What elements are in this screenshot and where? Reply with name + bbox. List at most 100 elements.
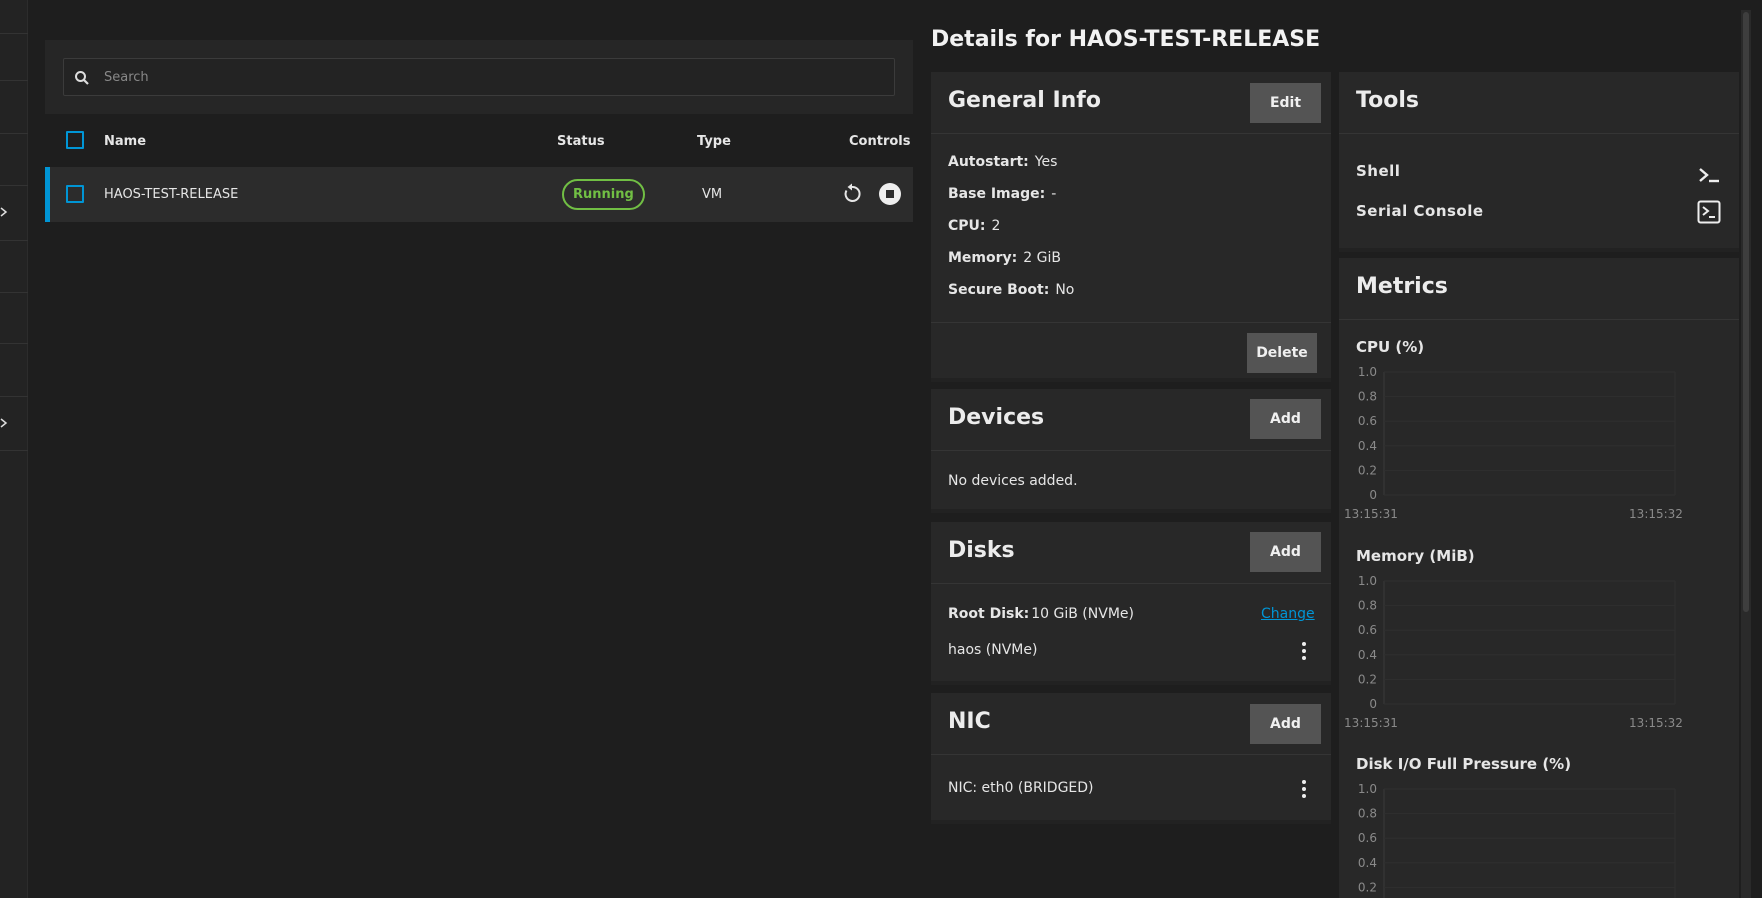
search-box	[63, 58, 904, 96]
divider	[931, 322, 1331, 323]
search-bar	[45, 40, 913, 114]
more-vert-icon[interactable]	[1296, 640, 1312, 662]
rail-divider	[0, 33, 28, 34]
x-tick-label: 13:15:32	[1629, 507, 1683, 521]
tool-serial-console[interactable]: Serial Console	[1356, 202, 1736, 220]
disk-io-chart: 1.0 0.8 0.6 0.4 0.2	[1358, 782, 1676, 898]
devices-card: Devices Add No devices added.	[931, 389, 1331, 513]
root-disk-field: Root Disk: 10 GiB (NVMe)	[948, 606, 1134, 622]
secure-boot-field: Secure Boot: No	[948, 282, 1074, 298]
field-key: Base Image:	[948, 186, 1046, 202]
tool-label: Shell	[1356, 162, 1401, 180]
rail-divider	[0, 396, 28, 397]
more-vert-icon[interactable]	[1296, 778, 1312, 800]
restart-icon[interactable]	[840, 182, 864, 206]
column-header-name[interactable]: Name	[104, 134, 146, 149]
status-badge: Running	[562, 179, 645, 210]
y-tick-label: 0.6	[1358, 414, 1377, 428]
rail-divider	[0, 185, 28, 186]
rail-divider	[0, 240, 28, 241]
disks-title: Disks	[948, 538, 1015, 563]
memory-field: Memory: 2 GiB	[948, 250, 1061, 266]
stop-icon[interactable]	[878, 182, 902, 206]
tools-title: Tools	[1356, 88, 1419, 113]
delete-button[interactable]: Delete	[1247, 333, 1317, 373]
vm-list-panel: Name Status Type Controls HAOS-TEST-RELE…	[45, 40, 913, 222]
y-tick-label: 0.8	[1358, 599, 1377, 613]
chart-title: Memory (MiB)	[1356, 547, 1475, 565]
vm-type: VM	[702, 187, 723, 202]
select-all-checkbox[interactable]	[66, 131, 84, 149]
row-checkbox[interactable]	[66, 185, 84, 203]
rail-divider	[0, 133, 28, 134]
y-tick-label: 0.4	[1358, 856, 1377, 870]
y-tick-label: 0.6	[1358, 623, 1377, 637]
field-value: 10 GiB (NVMe)	[1031, 606, 1134, 622]
y-tick-label: 0.6	[1358, 831, 1377, 845]
change-root-disk-link[interactable]: Change	[1261, 606, 1315, 622]
add-device-button[interactable]: Add	[1250, 399, 1321, 439]
devices-title: Devices	[948, 405, 1045, 430]
nav-rail	[0, 0, 28, 898]
y-tick-label: 0.8	[1358, 807, 1377, 821]
no-devices-text: No devices added.	[948, 473, 1078, 489]
field-key: Secure Boot:	[948, 282, 1050, 298]
add-disk-button[interactable]: Add	[1250, 532, 1321, 572]
nic-card: NIC Add NIC: eth0 (BRIDGED)	[931, 693, 1331, 824]
card-header: General Info Edit	[931, 72, 1331, 134]
cpu-chart: 1.0 0.8 0.6 0.4 0.2 0 13:15:31 13:15:32	[1344, 365, 1683, 521]
card-header: Disks Add	[931, 522, 1331, 584]
card-header: Metrics	[1339, 258, 1739, 320]
rail-divider	[0, 450, 28, 451]
metrics-title: Metrics	[1356, 274, 1448, 299]
field-key: CPU:	[948, 218, 986, 234]
cpu-field: CPU: 2	[948, 218, 1000, 234]
field-value: Yes	[1034, 154, 1058, 170]
y-tick-label: 1.0	[1358, 365, 1377, 379]
rail-expand-arrow-icon[interactable]	[0, 207, 8, 217]
scrollbar-thumb[interactable]	[1743, 12, 1749, 612]
field-key: Root Disk:	[948, 606, 1030, 622]
chart-title: CPU (%)	[1356, 338, 1425, 356]
search-icon	[74, 70, 90, 86]
edit-button[interactable]: Edit	[1250, 83, 1321, 123]
metrics-card: Metrics CPU (%) 1.0 0.8 0.6 0.4 0.2 0 13:15:31…	[1339, 258, 1739, 898]
field-value: 2 GiB	[1023, 250, 1061, 266]
details-title: Details for HAOS-TEST-RELEASE	[931, 27, 1321, 52]
terminal-icon[interactable]	[1697, 163, 1721, 187]
tool-shell[interactable]: Shell	[1356, 162, 1736, 180]
rail-divider	[0, 80, 28, 81]
card-header: Devices Add	[931, 389, 1331, 451]
y-tick-label: 0.2	[1358, 672, 1377, 686]
base-image-field: Base Image: -	[948, 186, 1056, 202]
tools-card: Tools Shell Serial Console	[1339, 72, 1739, 252]
x-tick-label: 13:15:31	[1344, 507, 1398, 521]
column-header-type[interactable]: Type	[697, 134, 731, 149]
memory-chart: 1.0 0.8 0.6 0.4 0.2 0 13:15:31 13:15:32	[1344, 574, 1683, 730]
field-key: Autostart:	[948, 154, 1029, 170]
search-input[interactable]	[104, 59, 904, 95]
y-tick-label: 0.2	[1358, 880, 1377, 894]
card-header: Tools	[1339, 72, 1739, 134]
add-nic-button[interactable]: Add	[1250, 704, 1321, 744]
y-tick-label: 0.8	[1358, 390, 1377, 404]
card-header: NIC Add	[931, 693, 1331, 755]
chart-title: Disk I/O Full Pressure (%)	[1356, 755, 1572, 773]
x-tick-label: 13:15:32	[1629, 716, 1683, 730]
rail-expand-arrow-icon[interactable]	[0, 418, 8, 428]
field-value: -	[1051, 186, 1057, 202]
field-value: 2	[991, 218, 1001, 234]
page-scrollbar[interactable]	[1741, 10, 1751, 898]
general-info-card: General Info Edit Autostart: Yes Base Ima…	[931, 72, 1331, 382]
table-row[interactable]: HAOS-TEST-RELEASE Running VM	[45, 167, 913, 222]
nic-title: NIC	[948, 709, 991, 734]
rail-divider	[0, 292, 28, 293]
column-header-status[interactable]: Status	[557, 134, 605, 149]
vm-name: HAOS-TEST-RELEASE	[104, 187, 239, 202]
disk-item: haos (NVMe)	[948, 642, 1038, 658]
rail-divider	[0, 343, 28, 344]
nic-item: NIC: eth0 (BRIDGED)	[948, 780, 1094, 796]
field-key: Memory:	[948, 250, 1018, 266]
y-tick-label: 0	[1369, 697, 1377, 711]
console-box-icon[interactable]	[1697, 200, 1721, 224]
